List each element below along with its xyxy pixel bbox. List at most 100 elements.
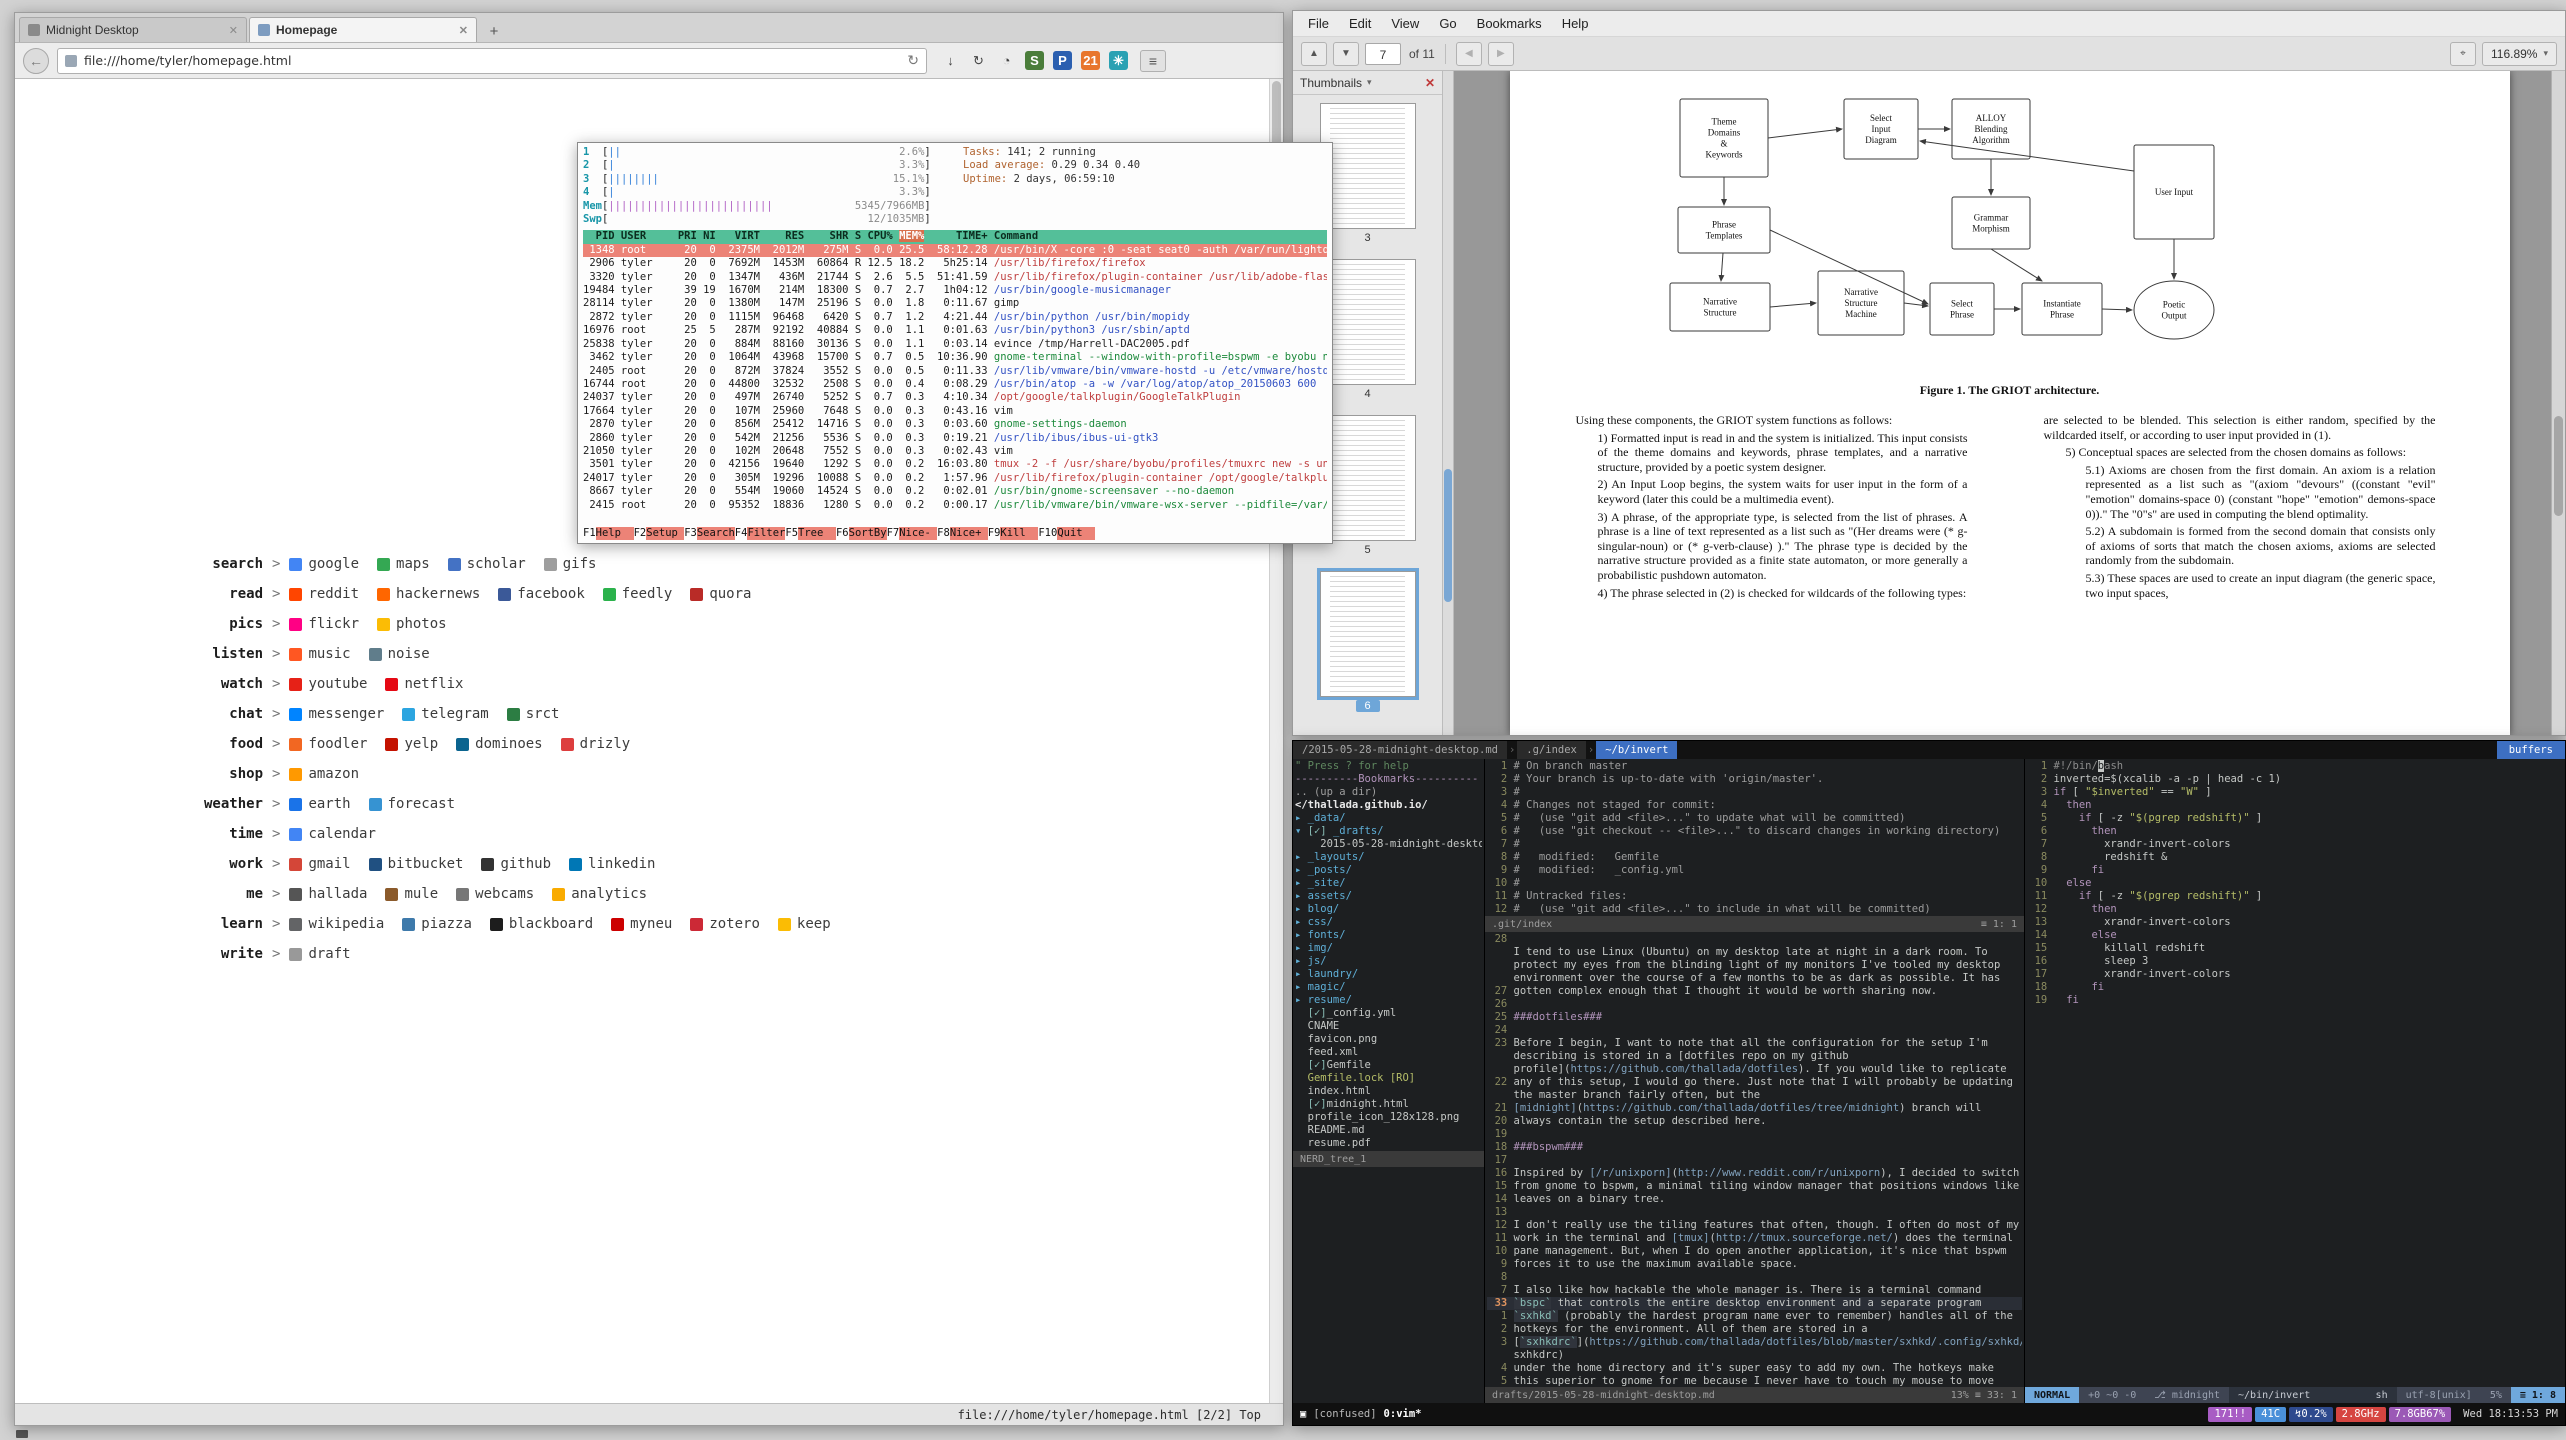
tab-close-icon[interactable]: ✕ — [459, 24, 468, 37]
history-icon[interactable]: ↻ — [969, 51, 988, 70]
fkey-setup[interactable]: F2Setup — [634, 527, 685, 540]
link-analytics[interactable]: analytics — [552, 886, 647, 902]
terminal-window[interactable]: /2015-05-28-midnight-desktop.md›.g/index… — [1292, 740, 2566, 1426]
tree-item[interactable]: ▸ _layouts/ — [1295, 851, 1482, 864]
new-tab-button[interactable]: + — [481, 20, 507, 42]
sidebar-close-icon[interactable]: ✕ — [1425, 76, 1435, 90]
tree-item[interactable]: ▸ _data/ — [1295, 812, 1482, 825]
link-webcams[interactable]: webcams — [456, 886, 534, 902]
link-hallada[interactable]: hallada — [289, 886, 367, 902]
sidebar-scrollbar[interactable] — [1443, 71, 1454, 735]
zoom-select[interactable]: 116.89% ▾ — [2482, 42, 2557, 66]
link-blackboard[interactable]: blackboard — [490, 916, 593, 932]
nerdtree-pane[interactable]: " Press ? for help----------Bookmarks---… — [1293, 759, 1485, 1403]
link-zotero[interactable]: zotero — [690, 916, 760, 932]
tree-item[interactable]: .. (up a dir) — [1295, 786, 1482, 799]
page-number-input[interactable]: 7 — [1365, 43, 1401, 65]
link-feedly[interactable]: feedly — [603, 586, 673, 602]
buffer-tab[interactable]: ~/b/invert — [1596, 741, 1677, 759]
menu-item-go[interactable]: Go — [1430, 13, 1465, 34]
link-noise[interactable]: noise — [369, 646, 430, 662]
previous-page-button[interactable]: ▲ — [1301, 42, 1327, 66]
tree-item[interactable]: index.html — [1295, 1085, 1482, 1098]
tree-item[interactable]: " Press ? for help — [1295, 760, 1482, 773]
tree-item[interactable]: ----------Bookmarks---------- — [1295, 773, 1482, 786]
page-thumbnail-3[interactable]: 3 — [1319, 103, 1417, 244]
script-buffer[interactable]: 1#!/bin/bash2inverted=$(xcalib -a -p | h… — [2025, 759, 2565, 1387]
tree-item[interactable]: README.md — [1295, 1124, 1482, 1137]
tree-item[interactable]: ▸ laundry/ — [1295, 968, 1482, 981]
link-mule[interactable]: mule — [385, 886, 438, 902]
fkey-nice+[interactable]: F8Nice+ — [937, 527, 988, 540]
link-amazon[interactable]: amazon — [289, 766, 359, 782]
reload-icon[interactable]: ↻ — [907, 52, 919, 69]
tree-item[interactable]: 2015-05-28-midnight-deskto — [1295, 838, 1482, 851]
tmux-window-name[interactable]: 0:vim* — [1384, 1408, 1422, 1421]
desktop-workspace-indicator[interactable] — [16, 1430, 28, 1438]
link-scholar[interactable]: scholar — [448, 556, 526, 572]
tree-item[interactable]: Gemfile.lock [RO] — [1295, 1072, 1482, 1085]
notification-badge[interactable]: 21 — [1081, 51, 1100, 70]
buffer-tab[interactable]: /2015-05-28-midnight-desktop.md — [1293, 741, 1507, 759]
link-earth[interactable]: earth — [289, 796, 350, 812]
history-forward-button[interactable]: ▶ — [1488, 42, 1514, 66]
tree-item[interactable]: </thallada.github.io/ — [1295, 799, 1482, 812]
tree-item[interactable]: [✓]midnight.html — [1295, 1098, 1482, 1111]
thumbnails-header[interactable]: Thumbnails ▾ ✕ — [1293, 71, 1442, 95]
tree-item[interactable]: ▸ _posts/ — [1295, 864, 1482, 877]
htop-table-header[interactable]: PID USER PRI NI VIRT RES SHR S CPU% MEM%… — [583, 230, 1327, 243]
link-github[interactable]: github — [481, 856, 551, 872]
link-quora[interactable]: quora — [690, 586, 751, 602]
link-linkedin[interactable]: linkedin — [569, 856, 655, 872]
buffer-tab[interactable]: .g/index — [1517, 741, 1586, 759]
tree-item[interactable]: ▸ blog/ — [1295, 903, 1482, 916]
link-foodler[interactable]: foodler — [289, 736, 367, 752]
link-youtube[interactable]: youtube — [289, 676, 367, 692]
link-photos[interactable]: photos — [377, 616, 447, 632]
link-reddit[interactable]: reddit — [289, 586, 359, 602]
markdown-pane[interactable]: 28I tend to use Linux (Ubuntu) on my des… — [1485, 932, 2024, 1387]
fkey-quit[interactable]: F10Quit — [1038, 527, 1095, 540]
link-messenger[interactable]: messenger — [289, 706, 384, 722]
fkey-search[interactable]: F3Search — [684, 527, 735, 540]
download-icon[interactable]: ↓ — [941, 51, 960, 70]
link-bitbucket[interactable]: bitbucket — [369, 856, 464, 872]
tree-item[interactable]: ▸ js/ — [1295, 955, 1482, 968]
link-keep[interactable]: keep — [778, 916, 831, 932]
next-page-button[interactable]: ▼ — [1333, 42, 1359, 66]
menu-icon[interactable]: ≡ — [1140, 50, 1166, 72]
noscript-icon[interactable]: S — [1025, 51, 1044, 70]
tree-item[interactable]: ▸ _site/ — [1295, 877, 1482, 890]
menu-item-edit[interactable]: Edit — [1340, 13, 1380, 34]
link-calendar[interactable]: calendar — [289, 826, 375, 842]
tree-item[interactable]: resume.pdf — [1295, 1137, 1482, 1150]
link-telegram[interactable]: telegram — [402, 706, 488, 722]
back-button[interactable]: ← — [23, 48, 49, 74]
tree-item[interactable]: ▸ resume/ — [1295, 994, 1482, 1007]
fkey-help[interactable]: F1Help — [583, 527, 634, 540]
fkey-sortby[interactable]: F6SortBy — [836, 527, 887, 540]
nerdtree-file-list[interactable]: " Press ? for help----------Bookmarks---… — [1293, 759, 1484, 1151]
link-maps[interactable]: maps — [377, 556, 430, 572]
link-forecast[interactable]: forecast — [369, 796, 455, 812]
tree-item[interactable]: ▸ magic/ — [1295, 981, 1482, 994]
link-gmail[interactable]: gmail — [289, 856, 350, 872]
menu-item-bookmarks[interactable]: Bookmarks — [1468, 13, 1551, 34]
link-music[interactable]: music — [289, 646, 350, 662]
link-myneu[interactable]: myneu — [611, 916, 672, 932]
link-wikipedia[interactable]: wikipedia — [289, 916, 384, 932]
page-thumbnail-4[interactable]: 4 — [1319, 259, 1417, 400]
tree-item[interactable]: ▸ img/ — [1295, 942, 1482, 955]
history-back-button[interactable]: ◀ — [1456, 42, 1482, 66]
tree-item[interactable]: profile_icon_128x128.png — [1295, 1111, 1482, 1124]
selection-tool-icon[interactable]: ⌖ — [2450, 42, 2476, 66]
link-gifs[interactable]: gifs — [544, 556, 597, 572]
url-bar[interactable]: file:///home/tyler/homepage.html ↻ — [57, 48, 927, 74]
fkey-kill[interactable]: F9Kill — [988, 527, 1039, 540]
link-drizly[interactable]: drizly — [561, 736, 631, 752]
tree-item[interactable]: [✓]_config.yml — [1295, 1007, 1482, 1020]
menu-item-help[interactable]: Help — [1553, 13, 1598, 34]
menu-item-view[interactable]: View — [1382, 13, 1428, 34]
git-status-pane[interactable]: 1# On branch master2# Your branch is up-… — [1485, 759, 2024, 916]
bookmark-star-icon[interactable]: ✳ — [1109, 51, 1128, 70]
